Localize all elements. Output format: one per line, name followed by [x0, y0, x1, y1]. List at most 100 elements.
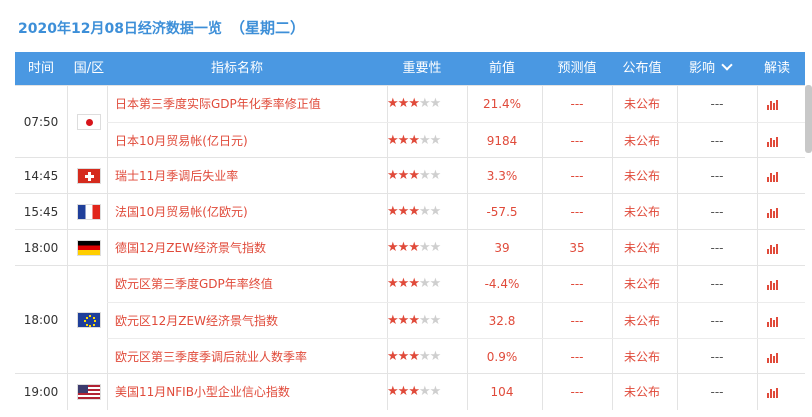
- star-filled-icon: ★: [397, 276, 410, 291]
- economic-calendar-table: 时间 国/区 指标名称 重要性 前值 预测值 公布值 影响 解读 07:50 日本…: [15, 52, 805, 410]
- header-forecast: 预测值: [557, 61, 597, 76]
- star-filled-icon: ★: [397, 384, 410, 399]
- forecast-value: ---: [570, 97, 584, 111]
- star-filled-icon: ★: [408, 384, 420, 399]
- scrollbar-thumb[interactable]: [805, 85, 812, 153]
- star-filled-icon: ★: [397, 96, 410, 111]
- event-time: 19:00: [23, 385, 59, 399]
- interpret-button[interactable]: [757, 158, 787, 194]
- star-filled-icon: ★: [387, 313, 399, 328]
- column-divider: [67, 194, 68, 230]
- country-flag: [71, 194, 107, 230]
- forecast-value: ---: [570, 134, 584, 148]
- star-filled-icon: ★: [408, 204, 420, 219]
- previous-value: 104: [490, 385, 514, 399]
- country-flag: [71, 374, 107, 410]
- importance-stars: ★★★★★: [387, 266, 457, 302]
- actual-value: 未公布: [623, 169, 660, 183]
- indicator-name[interactable]: 瑞士11月季调后失业率: [115, 158, 238, 194]
- star-filled-icon: ★: [387, 168, 399, 183]
- star-empty-icon: ★: [429, 168, 442, 183]
- previous-value: 39: [494, 241, 510, 255]
- star-empty-icon: ★: [429, 349, 442, 364]
- star-filled-icon: ★: [397, 313, 410, 328]
- interpret-button[interactable]: [757, 339, 787, 375]
- interpret-button[interactable]: [757, 194, 787, 230]
- importance-stars: ★★★★★: [387, 374, 457, 410]
- indicator-name[interactable]: 日本第三季度实际GDP年化季率修正值: [115, 86, 321, 122]
- indicator-name[interactable]: 欧元区第三季度季调后就业人数季率: [115, 339, 307, 375]
- actual-value: 未公布: [623, 134, 660, 148]
- de-flag-icon: [77, 240, 101, 256]
- interpret-button[interactable]: [757, 374, 787, 410]
- header-previous: 前值: [488, 61, 515, 76]
- previous-value: -57.5: [486, 205, 518, 219]
- effect-filter[interactable]: 影响: [675, 52, 745, 85]
- star-empty-icon: ★: [418, 204, 431, 219]
- star-empty-icon: ★: [418, 168, 431, 183]
- actual-value: 未公布: [623, 97, 660, 111]
- bar-chart-icon: [766, 171, 778, 182]
- event-time: 18:00: [23, 313, 59, 327]
- event-group: 14:45 瑞士11月季调后失业率 ★★★★★ 3.3% --- 未公布 ---: [15, 157, 805, 194]
- star-filled-icon: ★: [397, 240, 410, 255]
- star-filled-icon: ★: [408, 133, 420, 148]
- star-empty-icon: ★: [429, 384, 442, 399]
- indicator-name[interactable]: 美国11月NFIB小型企业信心指数: [115, 374, 290, 410]
- interpret-button[interactable]: [757, 303, 787, 339]
- effect-value: ---: [710, 97, 724, 111]
- previous-value: -4.4%: [484, 277, 520, 291]
- star-empty-icon: ★: [418, 240, 431, 255]
- effect-value: ---: [710, 205, 724, 219]
- actual-value: 未公布: [623, 314, 660, 328]
- bar-chart-icon: [766, 279, 778, 290]
- country-flag: [71, 86, 107, 158]
- table-row[interactable]: 美国11月NFIB小型企业信心指数 ★★★★★ 104 --- 未公布 ---: [107, 374, 805, 410]
- star-empty-icon: ★: [429, 204, 442, 219]
- previous-value: 0.9%: [486, 350, 518, 364]
- event-group: 07:50 日本第三季度实际GDP年化季率修正值 ★★★★★ 21.4% --- 未公布 -…: [15, 85, 805, 159]
- event-group: 18:00 德国12月ZEW经济景气指数 ★★★★★ 39 35 未公布 ---: [15, 229, 805, 266]
- previous-value: 3.3%: [486, 169, 518, 183]
- importance-stars: ★★★★★: [387, 194, 457, 230]
- star-filled-icon: ★: [387, 204, 399, 219]
- indicator-name[interactable]: 日本10月贸易帐(亿日元): [115, 123, 248, 159]
- indicator-name[interactable]: 欧元区12月ZEW经济景气指数: [115, 303, 278, 339]
- forecast-value: ---: [570, 385, 584, 399]
- table-row[interactable]: 法国10月贸易帐(亿欧元) ★★★★★ -57.5 --- 未公布 ---: [107, 194, 805, 230]
- star-filled-icon: ★: [397, 168, 410, 183]
- star-empty-icon: ★: [418, 349, 431, 364]
- actual-value: 未公布: [623, 241, 660, 255]
- event-time: 07:50: [23, 115, 59, 129]
- interpret-button[interactable]: [757, 266, 787, 302]
- star-empty-icon: ★: [418, 96, 431, 111]
- indicator-name[interactable]: 法国10月贸易帐(亿欧元): [115, 194, 248, 230]
- chevron-down-icon: [721, 59, 733, 71]
- effect-value: ---: [710, 134, 724, 148]
- interpret-button[interactable]: [757, 230, 787, 266]
- country-flag: [71, 266, 107, 374]
- interpret-button[interactable]: [757, 86, 787, 122]
- bar-chart-icon: [766, 99, 778, 110]
- previous-value: 9184: [486, 134, 518, 148]
- table-row[interactable]: 欧元区第三季度GDP年率终值 ★★★★★ -4.4% --- 未公布 ---: [107, 266, 805, 302]
- ch-flag-icon: [77, 168, 101, 184]
- table-row[interactable]: 欧元区第三季度季调后就业人数季率 ★★★★★ 0.9% --- 未公布 ---: [107, 338, 805, 375]
- table-row[interactable]: 日本10月贸易帐(亿日元) ★★★★★ 9184 --- 未公布 ---: [107, 122, 805, 159]
- star-filled-icon: ★: [408, 240, 420, 255]
- event-group: 18:00 欧元区第三季度GDP年率终值 ★★★★★ -4.4% --- 未公布 --- 欧元…: [15, 265, 805, 375]
- event-time: 15:45: [23, 205, 59, 219]
- fr-flag-icon: [77, 204, 101, 220]
- interpret-button[interactable]: [757, 123, 787, 159]
- table-row[interactable]: 德国12月ZEW经济景气指数 ★★★★★ 39 35 未公布 ---: [107, 230, 805, 266]
- indicator-name[interactable]: 德国12月ZEW经济景气指数: [115, 230, 266, 266]
- star-filled-icon: ★: [408, 313, 420, 328]
- country-flag: [71, 158, 107, 194]
- table-row[interactable]: 瑞士11月季调后失业率 ★★★★★ 3.3% --- 未公布 ---: [107, 158, 805, 194]
- star-empty-icon: ★: [429, 133, 442, 148]
- table-row[interactable]: 欧元区12月ZEW经济景气指数 ★★★★★ 32.8 --- 未公布 ---: [107, 302, 805, 339]
- bar-chart-icon: [766, 207, 778, 218]
- forecast-value: ---: [570, 205, 584, 219]
- table-row[interactable]: 日本第三季度实际GDP年化季率修正值 ★★★★★ 21.4% --- 未公布 ---: [107, 86, 805, 122]
- indicator-name[interactable]: 欧元区第三季度GDP年率终值: [115, 266, 273, 302]
